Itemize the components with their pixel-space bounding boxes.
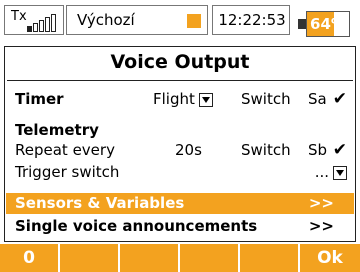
softkey-2[interactable] [60,244,120,272]
dropdown-arrow-icon [198,92,213,107]
timer-label: Timer [15,90,64,108]
tx-label: Tx [11,9,27,24]
telemetry-heading-row: Telemetry [15,121,347,143]
page-title: Voice Output [110,51,250,73]
single-voice-label: Single voice announcements [15,217,258,235]
timer-switch-value[interactable]: Sa [308,90,327,108]
tx-signal-indicator: Tx [4,5,64,35]
trigger-switch-select[interactable]: ... [315,163,347,181]
sensors-variables-label: Sensors & Variables [15,194,185,212]
softkey-bar: 0 Ok [0,244,360,272]
telemetry-heading: Telemetry [15,121,99,139]
timer-mode-select[interactable]: Flight [153,90,213,108]
ok-button[interactable]: Ok [300,244,360,272]
telemetry-switch-value[interactable]: Sb [308,141,327,159]
timer-switch-label: Switch [241,90,291,108]
trigger-label: Trigger switch [15,163,120,181]
sensors-variables-item[interactable]: Sensors & Variables >> [6,193,354,214]
status-square-icon [187,14,201,28]
repeat-value[interactable]: 20s [175,141,202,159]
signal-strength-icon [27,14,59,32]
single-voice-announcements-item[interactable]: Single voice announcements >> [6,215,354,237]
divider [7,80,353,81]
softkey-4[interactable] [180,244,240,272]
dropdown-arrow-icon [333,165,347,180]
voice-output-panel: Voice Output Timer Flight Switch Sa ✔ Te… [4,46,356,242]
timer-mode-value: Flight [153,90,195,108]
trigger-row: Trigger switch ... [15,163,347,185]
sensors-arrow-icon: >> [308,194,334,212]
timer-switch-check-icon[interactable]: ✔ [333,89,347,109]
telemetry-switch-check-icon[interactable]: ✔ [333,140,347,160]
telemetry-switch-label: Switch [241,141,291,159]
clock-cell: 12:22:53 [212,5,290,35]
softkey-1[interactable]: 0 [0,244,60,272]
timer-row: Timer Flight Switch Sa ✔ [15,89,347,112]
battery-indicator: 64% [292,5,356,37]
softkey-3[interactable] [120,244,180,272]
trigger-value: ... [314,163,329,181]
repeat-label: Repeat every [15,141,115,159]
model-name: Výchozí [77,11,135,29]
battery-terminal-icon [298,19,306,29]
status-bar: Tx Výchozí 12:22:53 64% [0,0,360,44]
softkey-5[interactable] [240,244,300,272]
clock: 12:22:53 [218,11,286,29]
battery-icon: 64% [306,11,350,37]
battery-percent: 64% [310,15,346,33]
model-name-cell[interactable]: Výchozí [66,5,208,35]
single-voice-arrow-icon: >> [308,217,334,235]
repeat-row: Repeat every 20s Switch Sb ✔ [15,140,347,163]
